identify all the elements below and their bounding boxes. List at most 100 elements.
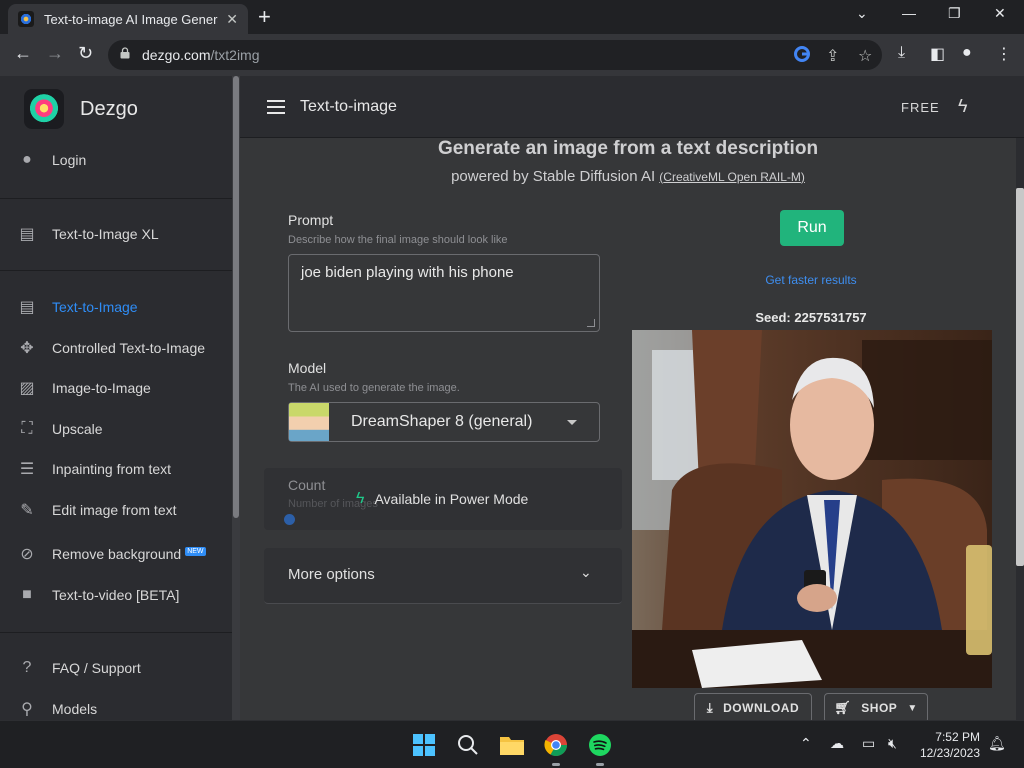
download-icon: ⤓ (706, 700, 714, 715)
sidebar-item-upscale[interactable]: ⛶ Upscale (16, 417, 103, 441)
url-text: dezgo.com/txt2img (142, 47, 260, 63)
close-tab-icon[interactable]: ✕ (226, 11, 238, 28)
generated-image[interactable] (632, 330, 992, 688)
spotify-icon[interactable] (586, 731, 614, 766)
cloud-offline-icon[interactable]: ☁ (830, 735, 844, 752)
resize-handle-icon[interactable] (587, 319, 595, 327)
pin-icon: ⚲ (21, 701, 33, 718)
sidebar-item-faq[interactable]: ? FAQ / Support (16, 656, 141, 680)
model-thumbnail (289, 403, 329, 441)
page-title: Text-to-image (300, 98, 397, 115)
new-tab-icon[interactable]: + (258, 6, 271, 28)
sidebar-item-controlled-text-to-image[interactable]: ✥ Controlled Text-to-Image (16, 336, 205, 360)
sidebar-item-inpainting[interactable]: ☰ Inpainting from text (16, 457, 171, 481)
prompt-input[interactable]: joe biden playing with his phone (288, 254, 600, 332)
profile-icon[interactable]: ● (962, 44, 972, 62)
download-button[interactable]: ⤓ DOWNLOAD (694, 693, 812, 720)
license-link[interactable]: CreativeML Open RAIL-M (663, 170, 801, 184)
address-bar[interactable]: dezgo.com/txt2img ⇪ ☆ (108, 40, 882, 70)
forward-icon[interactable]: → (46, 43, 64, 64)
tab-search-icon[interactable]: ⌄ (856, 5, 868, 22)
divider (0, 632, 232, 633)
plan-badge[interactable]: FREE (901, 100, 940, 115)
sidebar-scrollbar[interactable] (232, 76, 240, 720)
sidebar-item-text-to-image[interactable]: ▤ Text-to-Image (16, 295, 138, 319)
browser-titlebar: Text-to-image AI Image Generator ✕ + ⌄ —… (0, 0, 1024, 34)
sidebar-item-image-to-image[interactable]: ▨ Image-to-Image (16, 376, 150, 400)
main-content: Generate an image from a text descriptio… (240, 138, 1016, 720)
crop-icon: ⛶ (21, 420, 33, 437)
page-scroll-thumb[interactable] (1016, 188, 1024, 566)
browser-menu-icon[interactable]: ⋮ (996, 44, 1012, 64)
share-icon[interactable]: ⇪ (826, 46, 839, 66)
app-bar: Text-to-image FREE ϟ (240, 76, 1024, 138)
run-button[interactable]: Run (780, 210, 844, 246)
sidebar-item-label: Inpainting from text (52, 461, 172, 477)
hamburger-menu-icon[interactable] (267, 100, 285, 114)
model-label: Model (288, 360, 327, 376)
dropdown-caret-icon (567, 419, 577, 425)
new-badge: NEW (185, 546, 206, 556)
file-explorer-icon[interactable] (498, 731, 526, 759)
windows-start-icon[interactable] (410, 731, 438, 759)
restore-icon[interactable]: ❐ (948, 5, 961, 22)
page-scrollbar[interactable] (1016, 138, 1024, 720)
sidebar-item-models[interactable]: ⚲ Models (16, 697, 97, 720)
sidebar-item-label: Text-to-video [BETA] (52, 587, 180, 603)
sidebar-item-label: FAQ / Support (52, 660, 141, 676)
hide-image-icon: ⊘ (20, 546, 34, 563)
display-icon[interactable]: ▭ (862, 735, 875, 752)
edit-icon: ✎ (20, 502, 34, 519)
sidebar-item-label: Text-to-Image XL (52, 226, 159, 242)
sidebar: Dezgo ● Login ▤ Text-to-Image XL ▤ Text-… (0, 76, 232, 720)
system-clock[interactable]: 7:52 PM 12/23/2023 (918, 729, 980, 761)
count-slider-knob[interactable] (284, 514, 295, 525)
model-select[interactable]: DreamShaper 8 (general) (288, 402, 600, 442)
count-label: Count (288, 477, 326, 493)
chrome-icon[interactable] (542, 731, 570, 766)
sidebar-item-edit-image[interactable]: ✎ Edit image from text (16, 498, 177, 522)
dezgo-favicon-icon (18, 11, 34, 27)
sidebar-item-text-to-image-xl[interactable]: ▤ Text-to-Image XL (16, 222, 159, 246)
more-options-accordion[interactable]: More options ⌄ (264, 548, 622, 604)
sidebar-item-label: Login (52, 152, 87, 168)
notification-bell-icon[interactable]: 🔔︎ (988, 735, 1006, 752)
faster-results-link[interactable]: Get faster results (736, 273, 886, 287)
notes-icon: ☰ (19, 461, 35, 478)
divider (0, 198, 232, 199)
count-section: Count Number of images ϟ Available in Pow… (264, 468, 622, 530)
power-mode-notice[interactable]: ϟ Available in Power Mode (356, 490, 528, 508)
bookmark-star-icon[interactable]: ☆ (858, 46, 872, 66)
sidebar-scroll-thumb[interactable] (233, 76, 239, 518)
bolt-icon[interactable]: ϟ (958, 96, 968, 117)
sidebar-item-label: Upscale (52, 421, 103, 437)
search-icon[interactable] (454, 731, 482, 759)
sidebar-item-remove-background[interactable]: ⊘ Remove background NEW (16, 542, 206, 566)
sidebar-item-login[interactable]: ● Login (16, 148, 86, 172)
more-options-label: More options (288, 566, 375, 583)
download-icon[interactable]: ⤓ (898, 44, 905, 62)
minimize-icon[interactable]: — (902, 5, 916, 21)
browser-tab[interactable]: Text-to-image AI Image Generator ✕ (8, 4, 248, 34)
volume-muted-icon[interactable]: 🔇︎ (888, 735, 897, 752)
sidebar-item-label: Models (52, 701, 98, 717)
hero-subheading: powered by Stable Diffusion AI (Creative… (451, 168, 805, 185)
tray-chevron-up-icon[interactable]: ⌃ (800, 735, 812, 752)
sidebar-item-text-to-video[interactable]: ■ Text-to-video [BETA] (16, 583, 179, 607)
sidebar-item-label: Text-to-Image (52, 299, 138, 315)
reload-icon[interactable]: ↻ (78, 43, 93, 64)
brand[interactable]: Dezgo (24, 89, 138, 129)
bolt-icon: ϟ (356, 490, 365, 507)
video-icon: ■ (22, 586, 32, 603)
close-window-icon[interactable]: ✕ (994, 5, 1006, 22)
google-icon[interactable] (794, 46, 810, 67)
chat-icon: ▤ (19, 299, 35, 316)
seed-value: Seed: 2257531757 (755, 310, 867, 325)
model-selected-value: DreamShaper 8 (general) (351, 413, 533, 430)
dezgo-logo-icon (24, 89, 64, 129)
sidebar-item-label: Edit image from text (52, 502, 177, 518)
back-icon[interactable]: ← (14, 43, 32, 64)
sidebar-item-label: Controlled Text-to-Image (52, 340, 206, 356)
side-panel-icon[interactable]: ◧ (930, 44, 945, 64)
shop-button[interactable]: 🛒︎ SHOP ▼ (824, 693, 928, 720)
